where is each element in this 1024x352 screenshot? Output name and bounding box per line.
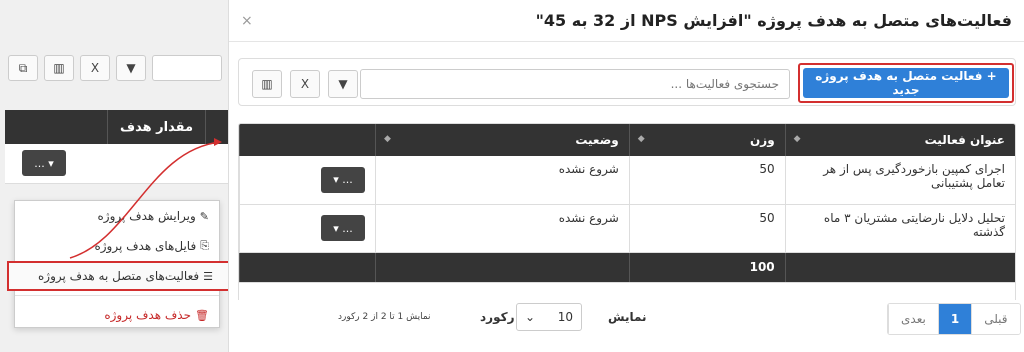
columns-icon[interactable]: ▥ [252, 70, 282, 98]
columns-icon[interactable]: ▥ [44, 55, 74, 81]
background-search-input[interactable] [152, 55, 222, 81]
new-linked-activity-button[interactable]: + فعالیت متصل به هدف پروژه جدید [803, 68, 1009, 98]
filter-icon[interactable]: ▼ [116, 55, 146, 81]
activity-status: شروع نشده [374, 204, 630, 253]
modal-header: × فعالیت‌های متصل به هدف پروژه "افزایش N… [229, 0, 1024, 42]
linked-activities-modal: × فعالیت‌های متصل به هدف پروژه "افزایش N… [228, 0, 1024, 352]
activity-weight: 50 [628, 204, 786, 253]
total-row: 100 [239, 252, 1015, 283]
menu-item-edit-goal[interactable]: ✎ ویرایش هدف پروژه [15, 201, 219, 231]
excel-icon[interactable]: X [80, 55, 110, 81]
current-page-button[interactable]: 1 [937, 304, 972, 334]
table-row: تحلیل دلایل نارضایتی مشتریان ۳ ماه گذشته… [239, 204, 1015, 253]
background-table-header: مقدار هدف [5, 110, 230, 144]
sort-icon: ◆ [793, 134, 801, 144]
table-footer: نمایش 1 تا 2 از 2 رکورد رکورد ⌄ 10 نمایش… [238, 300, 1021, 340]
excel-icon[interactable]: X [290, 70, 320, 98]
column-actions [239, 124, 376, 156]
modal-title: فعالیت‌های متصل به هدف پروژه "افزایش NPS… [535, 11, 1012, 30]
records-label: رکورد [480, 310, 515, 324]
column-target-value[interactable]: مقدار هدف [106, 110, 205, 144]
row-actions-dropdown[interactable]: ... ▾ [320, 215, 365, 241]
context-menu: ✎ ویرایش هدف پروژه ⎘ فایل‌های هدف پروژه … [7, 200, 231, 330]
paperclip-icon: ⎘ [200, 239, 209, 252]
column-weight[interactable]: وزن ◆ [628, 124, 786, 156]
column-activity-title[interactable]: عنوان فعالیت ◆ [784, 124, 1015, 156]
sort-icon: ◆ [383, 134, 391, 144]
filter-icon[interactable]: ▼ [328, 70, 358, 98]
highlight-frame: + فعالیت متصل به هدف پروژه جدید [798, 63, 1014, 103]
activity-title: تحلیل دلایل نارضایتی مشتریان ۳ ماه گذشته [784, 204, 1015, 253]
row-actions-dropdown[interactable]: ... ▾ [22, 150, 66, 176]
column-status[interactable]: وضعیت ◆ [374, 124, 630, 156]
show-label: نمایش [608, 310, 647, 324]
search-input[interactable] [360, 69, 790, 99]
sitemap-icon[interactable]: ⧉ [8, 55, 38, 81]
sort-icon: ◆ [637, 134, 645, 144]
list-icon: ☰ [203, 269, 213, 283]
pagination: قبلی 1 بعدی [887, 303, 1021, 335]
menu-divider [15, 295, 219, 296]
next-page-button[interactable]: بعدی [888, 304, 938, 334]
activity-weight: 50 [628, 156, 786, 205]
modal-toolbar: ▥ X ▼ + فعالیت متصل به هدف پروژه جدید [238, 58, 1016, 106]
trash-icon: 🗑 [195, 308, 209, 322]
background-toolbar: ⧉ ▥ X ▼ [8, 55, 222, 83]
records-info: نمایش 1 تا 2 از 2 رکورد [338, 312, 431, 322]
chevron-down-icon: ⌄ [525, 310, 536, 324]
edit-icon: ✎ [199, 209, 209, 223]
menu-item-goal-files[interactable]: ⎘ فایل‌های هدف پروژه [15, 231, 219, 261]
close-icon[interactable]: × [241, 13, 253, 29]
total-weight: 100 [628, 252, 786, 283]
activity-status: شروع نشده [374, 156, 630, 205]
prev-page-button[interactable]: قبلی [971, 304, 1020, 334]
row-actions-dropdown[interactable]: ... ▾ [320, 166, 365, 193]
activity-title: اجرای کمپین بازخوردگیری پس از هر تعامل پ… [784, 156, 1015, 205]
page-size-select[interactable]: ⌄ 10 [516, 303, 582, 331]
menu-item-delete-goal[interactable]: 🗑 حذف هدف پروژه [15, 300, 219, 330]
menu-item-linked-activities[interactable]: ☰ فعالیت‌های متصل به هدف پروژه [7, 261, 231, 291]
table-row: اجرای کمپین بازخوردگیری پس از هر تعامل پ… [239, 156, 1015, 205]
